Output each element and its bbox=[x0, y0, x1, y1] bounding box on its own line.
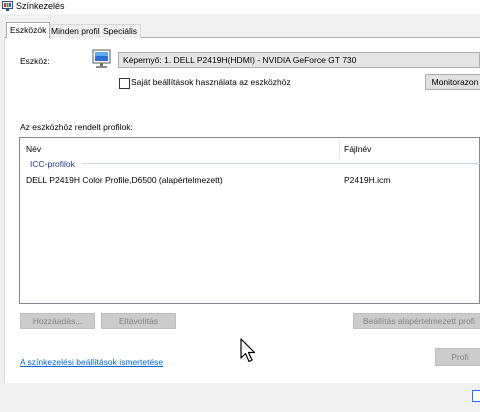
partial-button[interactable] bbox=[472, 390, 480, 402]
column-header-name[interactable]: Név bbox=[26, 144, 41, 154]
profile-row-name[interactable]: DELL P2419H Color Profile,D6500 (alapért… bbox=[26, 175, 223, 185]
custom-settings-label: Saját beállítások használata az eszközhö… bbox=[131, 77, 291, 87]
identify-monitors-button[interactable]: Monitorazon bbox=[425, 74, 480, 90]
group-divider bbox=[82, 163, 480, 164]
group-icc-profiles: ICC-profilok bbox=[30, 159, 75, 169]
column-divider[interactable] bbox=[339, 139, 340, 159]
column-header-file[interactable]: Fájlnév bbox=[344, 144, 371, 154]
color-management-icon bbox=[2, 1, 13, 11]
custom-settings-checkbox[interactable] bbox=[119, 78, 130, 89]
monitor-icon bbox=[92, 49, 111, 68]
device-select[interactable]: Képernyő: 1. DELL P2419H(HDMI) - NVIDIA … bbox=[118, 52, 480, 68]
color-settings-help-link[interactable]: A színkezelési beállítások ismertetése bbox=[20, 357, 163, 367]
window-title: Színkezelés bbox=[16, 1, 65, 11]
profile-row-file[interactable]: P2419H.icm bbox=[344, 175, 390, 185]
title-bar bbox=[0, 0, 480, 14]
profiles-button[interactable]: Profi bbox=[435, 348, 480, 366]
mouse-pointer-icon bbox=[240, 338, 256, 363]
tab-devices[interactable]: Eszközök bbox=[6, 22, 51, 38]
add-profile-button[interactable]: Hozzáadás... bbox=[20, 313, 95, 329]
set-default-profile-button[interactable]: Beállítás alapértelmezett profi bbox=[353, 313, 480, 329]
tab-all-profiles[interactable]: Minden profil bbox=[47, 24, 104, 38]
remove-profile-button[interactable]: Eltávolítás bbox=[101, 313, 176, 329]
tab-advanced[interactable]: Speciális bbox=[99, 24, 142, 38]
device-label: Eszköz: bbox=[20, 56, 50, 66]
profiles-section-label: Az eszközhöz rendelt profilok: bbox=[20, 122, 133, 132]
